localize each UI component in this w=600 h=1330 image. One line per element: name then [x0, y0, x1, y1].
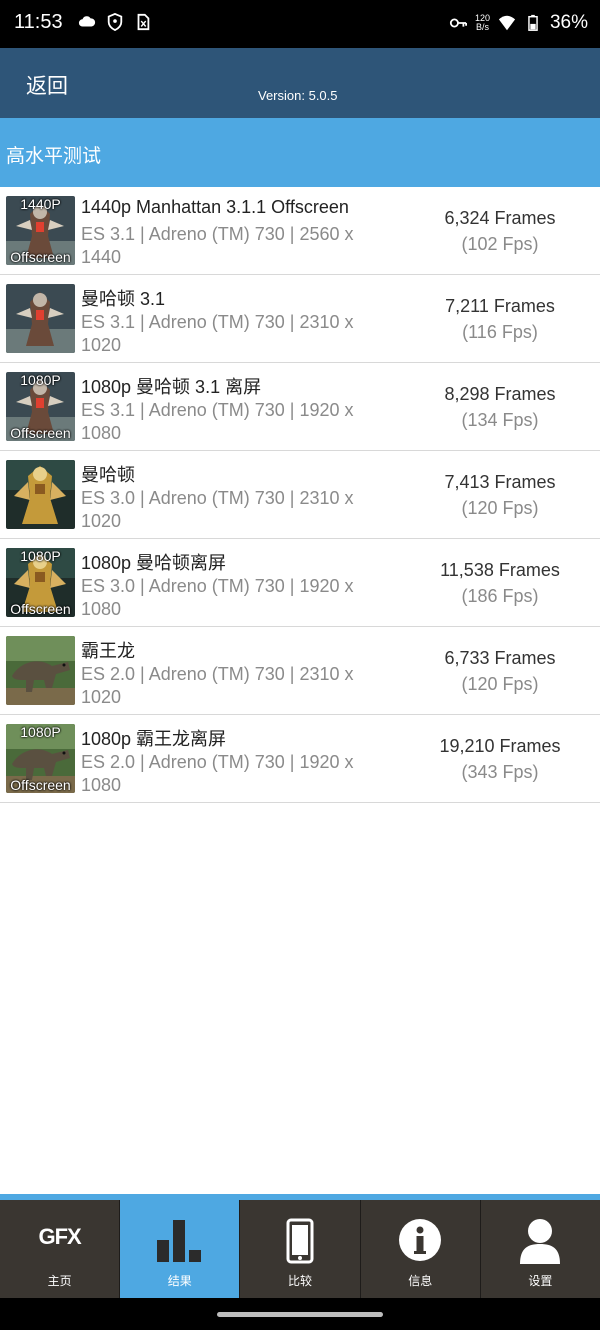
user-icon — [481, 1218, 600, 1264]
frames-score: 6,733 Frames — [444, 648, 556, 668]
section-title: 高水平测试 — [6, 145, 102, 167]
benchmark-details: ES 3.0 | Adreno (TM) 730 | 2310 x 1020 — [81, 488, 354, 531]
frames-score: 11,538 Frames — [440, 560, 560, 580]
benchmark-details: ES 3.1 | Adreno (TM) 730 | 1920 x 1080 — [81, 400, 354, 443]
info-icon — [361, 1218, 480, 1262]
benchmark-thumbnail: 1080P Offscreen — [6, 724, 75, 793]
benchmark-title: 1080p 曼哈顿离屏 — [81, 553, 227, 573]
benchmark-title: 1080p 曼哈顿 3.1 离屏 — [81, 377, 262, 397]
benchmark-scene-image — [6, 460, 75, 529]
phone-icon — [240, 1218, 359, 1264]
net-speed: 120 B/s — [475, 14, 490, 32]
fps-score: (186 Fps) — [461, 586, 539, 606]
frames-score: 7,211 Frames — [445, 296, 555, 316]
result-row[interactable]: 1440P Offscreen 1440p Manhattan 3.1.1 Of… — [0, 187, 600, 275]
offscreen-badge: Offscreen — [10, 601, 71, 617]
benchmark-thumbnail: 1440P Offscreen — [6, 196, 75, 265]
benchmark-title: 曼哈顿 — [81, 465, 135, 485]
section-header: 高水平测试 — [0, 118, 600, 187]
fps-score: (134 Fps) — [461, 410, 539, 430]
benchmark-title: 霸王龙 — [81, 641, 135, 661]
bottom-nav: GFX 主页 结果 比较 信息 设置 — [0, 1200, 600, 1298]
benchmark-thumbnail — [6, 636, 75, 705]
gesture-bar — [0, 1298, 600, 1330]
cloud-icon — [78, 16, 96, 27]
benchmark-scene-image — [6, 636, 75, 705]
gesture-handle[interactable] — [217, 1312, 383, 1317]
fps-score: (120 Fps) — [461, 498, 539, 518]
offscreen-badge: Offscreen — [10, 777, 71, 793]
net-speed-unit: B/s — [475, 22, 489, 32]
app-bar: 返回 Version: 5.0.5 — [0, 48, 600, 118]
result-row[interactable]: 1080P Offscreen 1080p 曼哈顿 3.1 离屏 ES 3.1 … — [0, 363, 600, 451]
sim-icon — [137, 13, 150, 31]
frames-score: 7,413 Frames — [444, 472, 556, 492]
offscreen-badge: Offscreen — [10, 425, 71, 441]
result-row[interactable]: 1080P Offscreen 1080p 曼哈顿离屏 ES 3.0 | Adr… — [0, 539, 600, 627]
benchmark-details: ES 3.1 | Adreno (TM) 730 | 2560 x 1440 — [81, 224, 354, 267]
resolution-badge: 1440P — [20, 196, 61, 212]
tab-results-label: 结果 — [167, 1274, 192, 1288]
tab-info[interactable]: 信息 — [359, 1200, 480, 1298]
tab-compare-label: 比较 — [288, 1274, 313, 1288]
tab-compare[interactable]: 比较 — [239, 1200, 359, 1298]
battery-icon — [528, 14, 538, 31]
benchmark-title: 1440p Manhattan 3.1.1 Offscreen — [81, 197, 349, 217]
fps-score: (116 Fps) — [462, 322, 538, 342]
shield-icon — [107, 13, 123, 31]
status-time: 11:53 — [14, 11, 63, 33]
offscreen-badge: Offscreen — [10, 249, 71, 265]
benchmark-details: ES 3.0 | Adreno (TM) 730 | 1920 x 1080 — [81, 576, 354, 619]
gfx-logo-icon: GFX — [38, 1224, 81, 1249]
version-label: Version: 5.0.5 — [258, 88, 338, 103]
benchmark-details: ES 2.0 | Adreno (TM) 730 | 1920 x 1080 — [81, 752, 354, 795]
tab-home-label: 主页 — [47, 1274, 72, 1288]
benchmark-title: 1080p 霸王龙离屏 — [81, 729, 227, 749]
resolution-badge: 1080P — [20, 548, 61, 564]
tab-results[interactable]: 结果 — [119, 1200, 240, 1298]
benchmark-thumbnail: 1080P Offscreen — [6, 372, 75, 441]
wifi-icon — [498, 15, 516, 31]
resolution-badge: 1080P — [20, 372, 61, 388]
benchmark-details: ES 2.0 | Adreno (TM) 730 | 2310 x 1020 — [81, 664, 354, 707]
frames-score: 19,210 Frames — [439, 736, 561, 756]
status-bar: 11:53 120 B/s 36% — [0, 0, 600, 48]
back-button[interactable]: 返回 — [26, 70, 68, 100]
resolution-badge: 1080P — [20, 724, 61, 740]
tab-home[interactable]: GFX 主页 — [0, 1200, 119, 1298]
battery-percent: 36% — [549, 12, 588, 33]
benchmark-title: 曼哈顿 3.1 — [81, 289, 166, 309]
benchmark-thumbnail — [6, 284, 75, 353]
frames-score: 6,324 Frames — [444, 208, 556, 228]
benchmark-details: ES 3.1 | Adreno (TM) 730 | 2310 x 1020 — [81, 312, 354, 355]
result-row[interactable]: 曼哈顿 ES 3.0 | Adreno (TM) 730 | 2310 x 10… — [0, 451, 600, 539]
result-row[interactable]: 1080P Offscreen 1080p 霸王龙离屏 ES 2.0 | Adr… — [0, 715, 600, 803]
benchmark-thumbnail: 1080P Offscreen — [6, 548, 75, 617]
tab-settings-label: 设置 — [528, 1274, 553, 1288]
fps-score: (102 Fps) — [461, 234, 539, 254]
results-list: 1440P Offscreen 1440p Manhattan 3.1.1 Of… — [0, 187, 600, 803]
result-row[interactable]: 曼哈顿 3.1 ES 3.1 | Adreno (TM) 730 | 2310 … — [0, 275, 600, 363]
fps-score: (343 Fps) — [461, 762, 539, 782]
benchmark-scene-image — [6, 284, 75, 353]
key-icon — [449, 18, 467, 28]
tab-settings[interactable]: 设置 — [479, 1200, 600, 1298]
fps-score: (120 Fps) — [461, 674, 539, 694]
bar-chart-icon — [120, 1218, 239, 1262]
result-row[interactable]: 霸王龙 ES 2.0 | Adreno (TM) 730 | 2310 x 10… — [0, 627, 600, 715]
benchmark-thumbnail — [6, 460, 75, 529]
frames-score: 8,298 Frames — [444, 384, 556, 404]
tab-info-label: 信息 — [408, 1274, 433, 1288]
